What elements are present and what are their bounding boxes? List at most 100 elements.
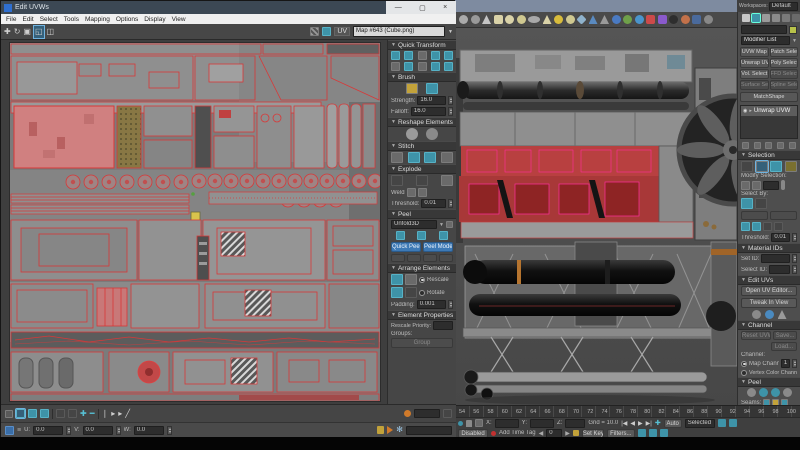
make-unique-icon[interactable] [765, 142, 772, 149]
falloff-field[interactable]: 16.0 [411, 107, 446, 116]
loop-icon[interactable] [763, 222, 772, 231]
mt-icon[interactable] [669, 15, 678, 24]
close-button[interactable]: × [443, 4, 447, 11]
set-key-plus-icon[interactable]: ✚ [655, 419, 661, 427]
vertex-color-radio[interactable] [741, 370, 747, 376]
reset-uvws-button[interactable]: Reset UVWs [741, 331, 771, 340]
menu-item[interactable]: File [3, 16, 19, 23]
mt-icon[interactable] [494, 15, 503, 24]
modbtn[interactable]: Unwrap UVW [740, 58, 769, 68]
contract-minus-icon[interactable] [752, 222, 761, 231]
frame-forward-icon[interactable]: ▶ [565, 430, 570, 437]
mt-icon[interactable] [576, 14, 586, 24]
modbtn[interactable]: Spline Select [770, 80, 799, 90]
mt-icon[interactable] [658, 15, 667, 24]
stack-item-unwrap-uvw[interactable]: Unwrap UVW [754, 108, 790, 114]
menu-item[interactable]: Options [113, 16, 141, 23]
modbtn[interactable]: Vol. Select [740, 69, 769, 79]
point-to-point-icon[interactable]: ▸ [118, 409, 122, 418]
modbtn[interactable]: Surface Select [740, 80, 769, 90]
modbtn[interactable]: FFD Select [770, 69, 799, 79]
rescale-priority-field[interactable] [433, 321, 453, 330]
rollout-quick-transform[interactable]: ▼ Quick Transform [388, 40, 456, 50]
go-to-start-icon[interactable]: |◀ [621, 420, 627, 427]
mirror-tool-icon[interactable]: ◫ [47, 26, 55, 38]
stitch-average-icon[interactable] [424, 152, 436, 163]
add-time-tag-label[interactable]: Add Time Tag [499, 430, 536, 436]
show-map-checker-icon[interactable] [310, 27, 319, 36]
flatten-custom-icon[interactable] [441, 175, 453, 186]
mt-icon[interactable] [704, 15, 713, 24]
select-loop-icon[interactable]: ❘ [102, 409, 109, 418]
edit-uvws-titlebar[interactable]: Edit UVWs — ▢ × [1, 1, 456, 14]
track-bar[interactable]: 5456586062646668707274767880828486889092… [455, 405, 800, 417]
soft-selection-icon[interactable] [5, 410, 13, 418]
selection-filter-dropdown[interactable]: Selected [685, 419, 715, 428]
workspace-dropdown[interactable]: Default [769, 2, 798, 11]
visibility-eye-icon[interactable]: ◉ [743, 108, 747, 114]
menu-item[interactable]: View [169, 16, 189, 23]
paint-move-brush-icon[interactable] [406, 83, 418, 94]
weld-all-icon[interactable] [418, 188, 427, 197]
select-id-spinner[interactable] [792, 265, 797, 274]
set-id-field[interactable] [761, 254, 790, 263]
mt-icon[interactable] [554, 15, 563, 24]
mt-icon[interactable] [566, 15, 575, 24]
threshold-field[interactable]: 0.01 [771, 233, 790, 242]
save-button[interactable]: Save... [773, 331, 797, 340]
rollout-stitch[interactable]: ▼ Stitch [388, 141, 456, 151]
select-ring-icon[interactable]: ▸ [111, 409, 115, 418]
lock-icon[interactable] [466, 420, 472, 427]
perspective-viewport[interactable] [455, 28, 737, 405]
set-id-spinner[interactable] [792, 254, 797, 263]
tab-modify[interactable] [752, 14, 760, 22]
menu-item[interactable]: Edit [19, 16, 36, 23]
peel-mode-button[interactable]: Peel Mode [423, 242, 453, 252]
face-mode-icon[interactable] [40, 409, 49, 418]
select-by-button-1[interactable] [741, 211, 768, 220]
texture-dropdown[interactable]: Map #643 (Cube.png) [353, 26, 445, 37]
tab-motion[interactable] [772, 14, 780, 22]
sync-selection-icon[interactable] [68, 409, 77, 418]
scale-tool-icon[interactable]: ▣ [23, 26, 31, 38]
padding-field[interactable]: 0.001 [417, 300, 446, 309]
straighten-icon[interactable] [431, 62, 440, 71]
w-field[interactable]: 0.0 [134, 426, 164, 435]
uv-preview-icon[interactable] [752, 310, 761, 319]
pack-custom-icon[interactable] [444, 62, 453, 71]
vertex-mode-icon[interactable] [16, 409, 25, 418]
frame-back-icon[interactable]: ◀ [539, 430, 544, 437]
mt-icon[interactable] [612, 15, 621, 24]
strength-field[interactable]: 16.0 [417, 96, 446, 105]
rotate-checkbox[interactable] [419, 290, 425, 296]
pack-normalize-icon[interactable] [391, 274, 403, 285]
strength-spinner[interactable] [448, 96, 453, 105]
play-icon[interactable]: ▶ [638, 420, 643, 427]
peel-reset-button[interactable] [391, 254, 405, 262]
weld-selected-icon[interactable] [407, 188, 416, 197]
mt-icon[interactable] [471, 15, 480, 24]
select-by-button-2[interactable] [770, 211, 797, 220]
coordinate-grid-icon[interactable] [475, 419, 483, 427]
tab-create[interactable] [742, 14, 750, 22]
shrink-selection-minus-icon[interactable]: ━ [90, 409, 95, 418]
zoom-extents-icon[interactable] [729, 419, 737, 427]
rotate-90-cw-icon[interactable] [418, 62, 427, 71]
rollout-material-ids[interactable]: ▼ Material IDs [738, 243, 800, 253]
remove-modifier-icon[interactable] [777, 142, 784, 149]
linear-align-icon[interactable] [431, 51, 440, 60]
space-horizontal-icon[interactable] [444, 51, 453, 60]
mt-icon[interactable] [589, 15, 598, 24]
quick-peel-button[interactable]: Quick Peel [391, 242, 421, 252]
rollout-peel-uv[interactable]: ▼ Peel [388, 209, 456, 219]
grow-selection-plus-icon[interactable]: ✚ [80, 409, 87, 418]
modifier-list-dropdown[interactable]: Modifier List [741, 36, 790, 45]
paint-select-icon[interactable]: ╱ [125, 409, 130, 418]
lock-selection-icon[interactable] [377, 426, 384, 434]
expand-plus-icon[interactable] [741, 222, 750, 231]
workspaces-selector[interactable]: Workspaces: Default [737, 0, 800, 12]
auto-key-button[interactable]: Auto [664, 419, 682, 428]
align-element-icon[interactable] [418, 51, 427, 60]
rotate-tool-icon[interactable]: ↻ [14, 26, 21, 38]
uv-face-icon[interactable] [765, 310, 774, 319]
